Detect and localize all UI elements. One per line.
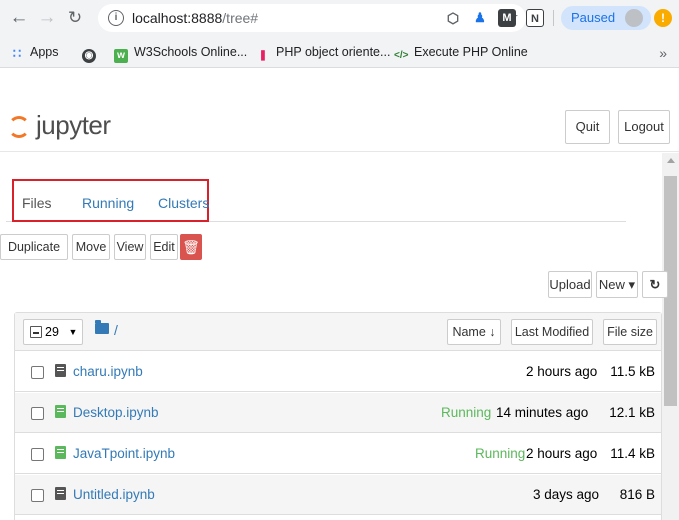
php-oop-icon: ❚ bbox=[258, 50, 268, 61]
bookmark-apps[interactable]: ∷ Apps bbox=[10, 45, 59, 61]
list-item[interactable]: charu.ipynb 2 hours ago 11.5 kB bbox=[15, 352, 661, 392]
address-row: ← → ↻ i localhost:8888/tree# ☆ ⬡ ♟ M N P… bbox=[0, 0, 679, 36]
running-status: Running bbox=[441, 405, 492, 420]
last-modified: 14 minutes ago bbox=[496, 405, 589, 420]
sort-name-button[interactable]: Name ↓ bbox=[447, 319, 501, 345]
bookmark-php-oop[interactable]: ❚ PHP object oriente... bbox=[256, 45, 391, 63]
list-item[interactable]: JavaTpoint.ipynb Running 2 hours ago 11.… bbox=[15, 434, 661, 474]
tab-running[interactable]: Running bbox=[82, 195, 134, 211]
duplicate-button[interactable]: Duplicate bbox=[0, 234, 68, 260]
notebook-icon bbox=[55, 446, 66, 459]
bookmark-execute-php[interactable]: </> Execute PHP Online bbox=[394, 45, 528, 63]
file-size: 816 B bbox=[619, 487, 655, 502]
tab-files[interactable]: Files bbox=[22, 195, 52, 211]
jupyter-header: jupyter Quit Logout bbox=[0, 68, 679, 152]
delete-trash-icon[interactable]: 🗑 bbox=[180, 234, 202, 260]
chevron-down-icon[interactable]: ▼ bbox=[64, 320, 82, 344]
url-host: localhost:8888 bbox=[132, 10, 223, 26]
file-name-link[interactable]: Desktop.ipynb bbox=[73, 405, 159, 420]
profile-paused-button[interactable]: Paused bbox=[561, 6, 651, 30]
logout-button[interactable]: Logout bbox=[618, 110, 670, 144]
toolbar-divider bbox=[553, 10, 554, 26]
file-size: 11.4 kB bbox=[610, 446, 655, 461]
edit-button[interactable]: Edit bbox=[150, 234, 178, 260]
bookmark-execute-php-label: Execute PHP Online bbox=[414, 45, 528, 59]
tabs-highlight: Files Running Clusters bbox=[12, 179, 209, 222]
last-modified: 2 hours ago bbox=[526, 446, 598, 461]
back-arrow-icon[interactable]: ← bbox=[8, 6, 30, 30]
file-name-link[interactable]: Untitled.ipynb bbox=[73, 487, 155, 502]
scroll-up-arrow-icon[interactable] bbox=[667, 158, 675, 163]
row-checkbox[interactable] bbox=[31, 489, 44, 502]
profile-avatar-icon bbox=[625, 9, 643, 27]
jupyter-logo-icon bbox=[8, 116, 30, 138]
browser-chrome: ← → ↻ i localhost:8888/tree# ☆ ⬡ ♟ M N P… bbox=[0, 0, 679, 68]
row-checkbox[interactable] bbox=[31, 448, 44, 461]
apps-grid-icon: ∷ bbox=[12, 46, 22, 61]
folder-icon[interactable] bbox=[95, 320, 109, 334]
extension-m-icon[interactable]: M bbox=[498, 9, 516, 27]
reload-icon[interactable]: ↻ bbox=[64, 6, 86, 30]
row-checkbox[interactable] bbox=[31, 366, 44, 379]
extension-shield-icon[interactable]: ⬡ bbox=[444, 9, 462, 27]
w3schools-icon: w bbox=[114, 49, 128, 63]
bookmarks-bar: ∷ Apps ◉ w W3Schools Online... ❚ PHP object… bbox=[0, 38, 679, 68]
breadcrumb[interactable]: / bbox=[114, 322, 118, 338]
bookmarks-overflow-icon[interactable]: » bbox=[659, 45, 667, 61]
extension-person-icon[interactable]: ♟ bbox=[471, 9, 489, 27]
quit-button[interactable]: Quit bbox=[565, 110, 610, 144]
last-modified: 2 hours ago bbox=[526, 364, 598, 379]
notebook-icon bbox=[55, 405, 66, 418]
upload-button[interactable]: Upload bbox=[548, 271, 592, 298]
info-icon[interactable]: i bbox=[108, 10, 124, 26]
select-all-dropdown[interactable]: 29 ▼ bbox=[23, 319, 83, 345]
row-checkbox[interactable] bbox=[31, 407, 44, 420]
file-name-link[interactable]: JavaTpoint.ipynb bbox=[73, 446, 175, 461]
url-path: /tree# bbox=[222, 10, 259, 26]
forward-arrow-icon[interactable]: → bbox=[36, 6, 58, 30]
list-item[interactable]: Untitled.ipynb 3 days ago 816 B bbox=[15, 475, 661, 515]
logo-text: jupyter bbox=[36, 110, 111, 140]
view-button[interactable]: View bbox=[114, 234, 146, 260]
bookmark-apps-label: Apps bbox=[30, 45, 59, 59]
list-header: 29 ▼ / Name ↓ Last Modified File size bbox=[15, 313, 661, 351]
bookmark-w3schools[interactable]: w W3Schools Online... bbox=[114, 45, 247, 63]
select-all-checkbox[interactable] bbox=[30, 326, 42, 338]
move-button[interactable]: Move bbox=[72, 234, 110, 260]
extension-n-icon[interactable]: N bbox=[526, 9, 544, 27]
bookmark-w3schools-label: W3Schools Online... bbox=[134, 45, 248, 59]
file-size: 11.5 kB bbox=[610, 364, 655, 379]
notebook-icon bbox=[55, 487, 66, 500]
running-status: Running bbox=[475, 446, 526, 461]
globe-icon: ◉ bbox=[82, 49, 96, 63]
paused-label: Paused bbox=[571, 10, 616, 25]
bookmark-globe[interactable]: ◉ bbox=[82, 45, 102, 63]
update-alert-icon[interactable]: ! bbox=[654, 9, 672, 27]
notebook-icon bbox=[55, 364, 66, 377]
sort-file-size-button[interactable]: File size bbox=[603, 319, 657, 345]
list-item[interactable]: Desktop.ipynb Running 14 minutes ago 12.… bbox=[15, 393, 661, 433]
new-dropdown-button[interactable]: New ▾ bbox=[596, 271, 638, 298]
tab-clusters[interactable]: Clusters bbox=[158, 195, 209, 211]
code-icon: </> bbox=[394, 50, 409, 61]
url-text: localhost:8888/tree# bbox=[132, 10, 258, 26]
file-list: 29 ▼ / Name ↓ Last Modified File size ch… bbox=[14, 312, 662, 520]
bookmark-php-oop-label: PHP object oriente... bbox=[276, 45, 391, 59]
file-name-link[interactable]: charu.ipynb bbox=[73, 364, 143, 379]
last-modified: 3 days ago bbox=[533, 487, 600, 502]
file-size: 12.1 kB bbox=[609, 405, 655, 420]
selected-count: 29 bbox=[45, 325, 59, 339]
sort-last-modified-button[interactable]: Last Modified bbox=[511, 319, 593, 345]
refresh-icon[interactable]: ↻ bbox=[642, 271, 668, 298]
